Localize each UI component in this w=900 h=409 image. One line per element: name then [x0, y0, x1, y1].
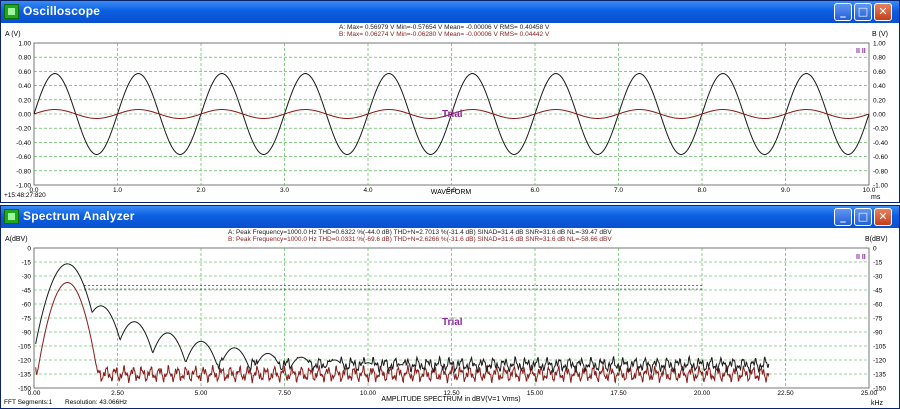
osc-watermark: Trial: [442, 109, 463, 120]
spec-x-label: AMPLITUDE SPECTRUM in dBV(V=1 Vrms): [381, 396, 520, 403]
osc-channel-tag: II II: [856, 48, 866, 55]
y-tick-label-right: -0.40: [873, 140, 888, 147]
y-tick-label-left: 0.60: [18, 69, 31, 76]
y-tick-label-left: -0.80: [16, 168, 31, 175]
osc-x-unit: ms: [871, 194, 881, 201]
y-tick-label-right: -0.20: [873, 126, 888, 133]
oscilloscope-titlebar[interactable]: Oscilloscope _ □ ✕: [1, 1, 899, 23]
y-tick-label-left: -0.20: [16, 126, 31, 133]
spectrum-titlebar[interactable]: Spectrum Analyzer _ □ ✕: [1, 206, 899, 228]
y-tick-label-left: -60: [22, 302, 32, 309]
oscilloscope-plot[interactable]: A: Max= 0.56979 V Min=-0.57654 V Mean= -…: [1, 23, 899, 203]
y-tick-label-right: -45: [873, 288, 883, 295]
y-tick-label-left: -120: [18, 358, 31, 365]
y-tick-label-left: 0.20: [18, 97, 31, 104]
y-tick-label-right: 0.00: [873, 112, 886, 119]
x-tick-label: 20.00: [694, 390, 711, 397]
spec-fft-segments: FFT Segments:1: [4, 399, 53, 406]
y-tick-label-left: 0: [27, 246, 31, 253]
y-tick-label-left: 1.00: [18, 41, 31, 48]
y-tick-label-left: -15: [22, 260, 32, 267]
x-tick-label: 0.00: [28, 390, 41, 397]
y-tick-label-right: 0.80: [873, 55, 886, 62]
spec-watermark: Trial: [442, 317, 463, 328]
x-tick-label: 22.50: [777, 390, 794, 397]
maximize-button[interactable]: □: [854, 208, 872, 226]
x-tick-label: 1.0: [113, 187, 122, 194]
osc-right-axis-label: B (V): [872, 31, 888, 38]
x-tick-label: 15.00: [527, 390, 544, 397]
x-tick-label: 17.50: [610, 390, 627, 397]
y-tick-label-left: -75: [22, 316, 32, 323]
x-tick-label: 9.0: [781, 187, 790, 194]
x-tick-label: 4.0: [363, 187, 372, 194]
oscilloscope-window: Oscilloscope _ □ ✕ A: Max= 0.56979 V Min…: [0, 0, 900, 203]
x-tick-label: 7.50: [278, 390, 291, 397]
y-tick-label-left: -0.40: [16, 140, 31, 147]
y-tick-label-right: -75: [873, 316, 883, 323]
x-tick-label: 25.00: [861, 390, 878, 397]
y-tick-label-right: -90: [873, 330, 883, 337]
y-tick-label-left: -45: [22, 288, 32, 295]
y-tick-label-left: -90: [22, 330, 32, 337]
y-tick-label-right: 0.40: [873, 83, 886, 90]
y-tick-label-right: -105: [873, 344, 886, 351]
x-tick-label: 3.0: [280, 187, 289, 194]
spectrum-app-icon: [4, 209, 19, 224]
y-tick-label-right: -30: [873, 274, 883, 281]
y-tick-label-right: -120: [873, 358, 886, 365]
y-tick-label-left: -135: [18, 372, 31, 379]
spectrum-plot[interactable]: A: Peak Frequency=1000.0 Hz THD=0.6322 %…: [1, 228, 899, 409]
y-tick-label-right: -15: [873, 260, 883, 267]
y-tick-label-left: -105: [18, 344, 31, 351]
osc-stats-b: B: Max= 0.06274 V Min=-0.06280 V Mean= -…: [339, 31, 550, 38]
y-tick-label-left: -0.60: [16, 154, 31, 161]
osc-x-label: WAVEFORM: [431, 189, 472, 196]
y-tick-label-right: 1.00: [873, 41, 886, 48]
x-tick-label: 2.0: [196, 187, 205, 194]
x-tick-label: 5.00: [195, 390, 208, 397]
x-tick-label: 7.0: [614, 187, 623, 194]
x-tick-label: 10.0: [863, 187, 876, 194]
spec-stats-a: A: Peak Frequency=1000.0 Hz THD=0.6322 %…: [228, 229, 612, 236]
x-tick-label: 6.0: [530, 187, 539, 194]
y-tick-label-left: 0.00: [18, 112, 31, 119]
y-tick-label-right: -0.60: [873, 154, 888, 161]
y-tick-label-right: -60: [873, 302, 883, 309]
y-tick-label-right: -135: [873, 372, 886, 379]
maximize-button[interactable]: □: [854, 3, 872, 21]
y-tick-label-right: 0.60: [873, 69, 886, 76]
x-tick-label: 8.0: [697, 187, 706, 194]
spec-stats-b: B: Peak Frequency=1000.0 Hz THD=0.0331 %…: [228, 236, 612, 243]
spec-right-axis-label: B(dBV): [865, 236, 888, 243]
close-button[interactable]: ✕: [874, 208, 892, 226]
y-tick-label-right: 0: [873, 246, 877, 253]
y-tick-label-left: 0.80: [18, 55, 31, 62]
oscilloscope-title: Oscilloscope: [23, 4, 101, 18]
osc-stats-a: A: Max= 0.56979 V Min=-0.57654 V Mean= -…: [339, 24, 550, 31]
y-tick-label-left: 0.40: [18, 83, 31, 90]
spec-channel-tag: II II: [856, 254, 866, 261]
osc-left-axis-label: A (V): [5, 31, 21, 38]
y-tick-label-right: 0.20: [873, 97, 886, 104]
x-tick-label: 10.00: [360, 390, 377, 397]
oscilloscope-app-icon: [4, 4, 19, 19]
spec-x-unit: kHz: [871, 400, 884, 407]
spec-left-axis-label: A(dBV): [5, 236, 28, 243]
spectrum-window: Spectrum Analyzer _ □ ✕ A: Peak Frequenc…: [0, 205, 900, 409]
minimize-button[interactable]: _: [834, 208, 852, 226]
x-tick-label: 2.50: [111, 390, 124, 397]
close-button[interactable]: ✕: [874, 3, 892, 21]
y-tick-label-right: -0.80: [873, 168, 888, 175]
osc-timestamp: +15:48:27:820: [4, 192, 46, 199]
spec-resolution: Resolution: 43.066Hz: [65, 399, 127, 406]
y-tick-label-left: -30: [22, 274, 32, 281]
minimize-button[interactable]: _: [834, 3, 852, 21]
spectrum-title: Spectrum Analyzer: [23, 209, 135, 223]
